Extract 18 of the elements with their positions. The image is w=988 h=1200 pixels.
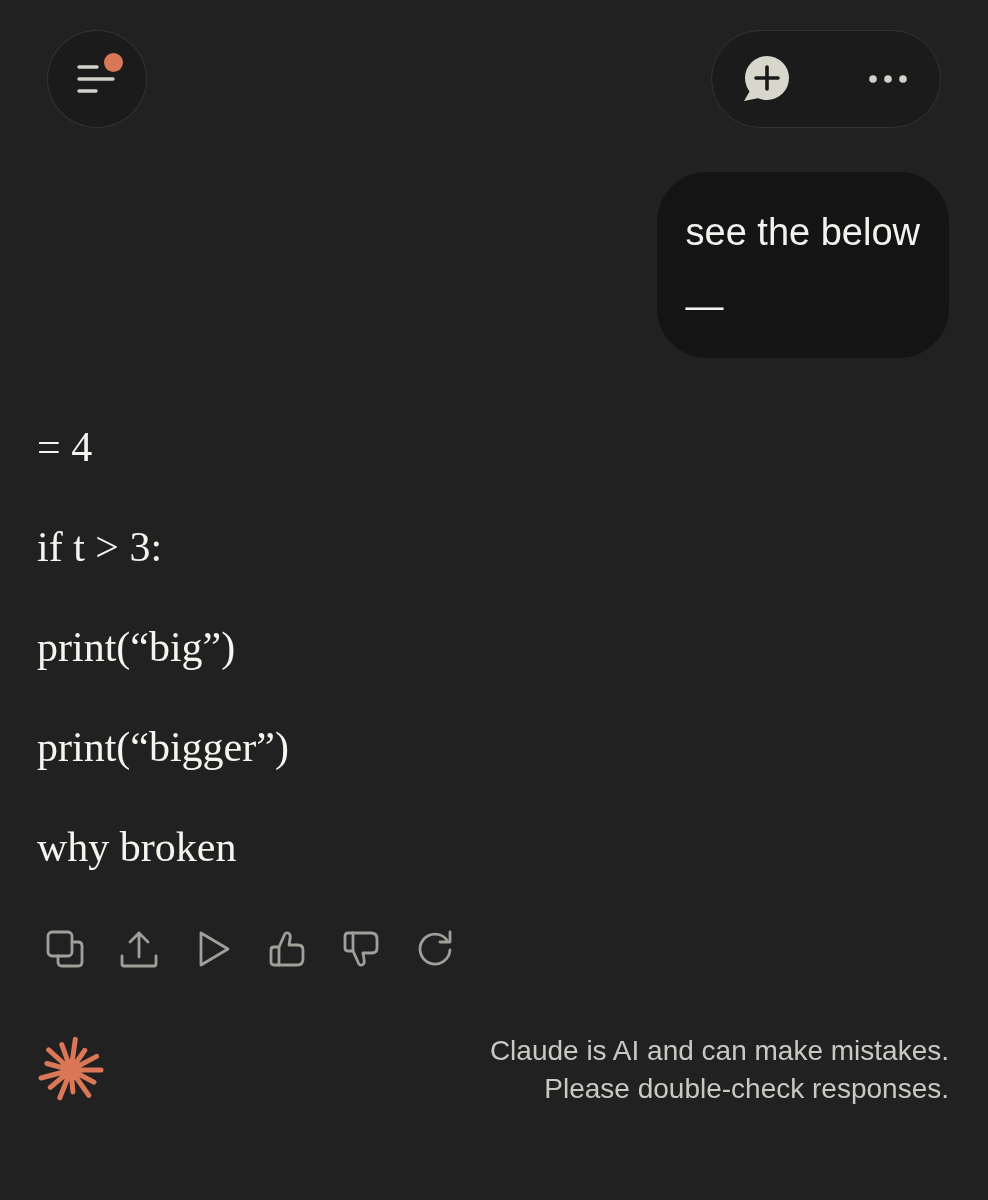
disclaimer-text: Claude is AI and can make mistakes.	[489, 1034, 949, 1068]
spark-logo-icon	[38, 1037, 104, 1103]
thumbs-down-icon	[342, 930, 380, 968]
response-text: print(“bigger”)	[37, 723, 289, 772]
disclaimer-text: Please double-check responses.	[544, 1072, 949, 1106]
response-text: print(“big”)	[37, 623, 236, 672]
more-icon	[869, 75, 907, 83]
user-message-text: see the below	[685, 210, 920, 255]
copy-icon	[46, 930, 84, 968]
response-text: = 4	[37, 423, 93, 472]
thumbs-up-icon	[268, 930, 306, 968]
response-text: if t > 3:	[37, 523, 163, 572]
response-text: why broken	[37, 823, 237, 872]
menu-icon	[77, 65, 115, 93]
user-message-text: —	[685, 284, 724, 329]
upload-icon	[120, 930, 158, 968]
refresh-icon	[416, 930, 454, 968]
chat-plus-icon	[742, 55, 790, 103]
